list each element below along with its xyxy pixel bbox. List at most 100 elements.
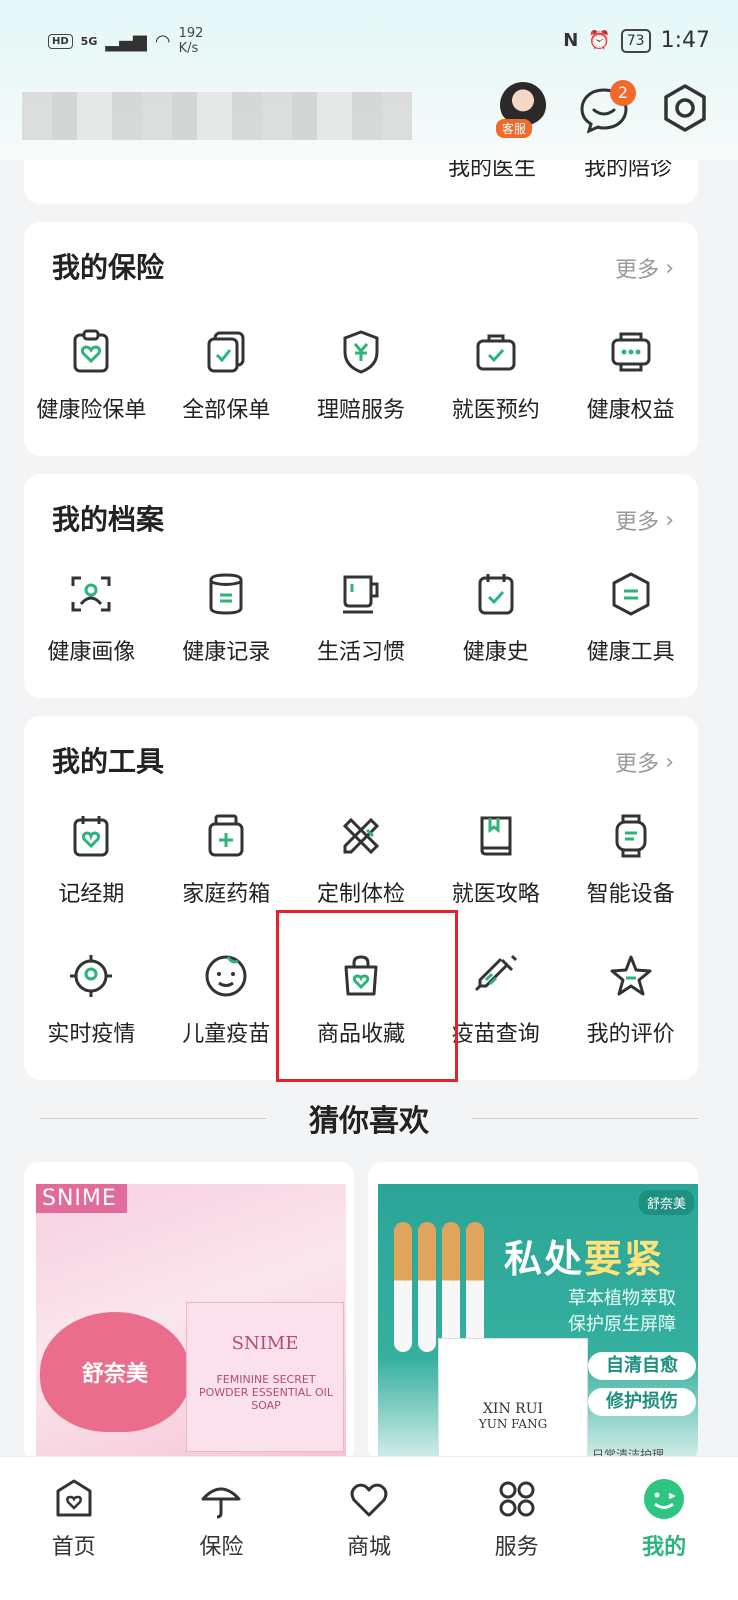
divider-right bbox=[472, 1118, 698, 1119]
my-reviews-item[interactable]: 我的评价 bbox=[563, 952, 698, 1048]
item-label: 健康画像 bbox=[47, 640, 136, 665]
umbrella-icon bbox=[201, 1487, 241, 1519]
product-brand-tag: SNIME bbox=[36, 1184, 127, 1213]
item-label: 家庭药箱 bbox=[182, 882, 271, 907]
box-brand: SNIME bbox=[231, 1333, 299, 1354]
mug-icon bbox=[342, 575, 379, 614]
smartwatch-icon bbox=[615, 814, 647, 858]
item-label: 健康记录 bbox=[182, 640, 271, 665]
nav-label: 我的 bbox=[642, 1535, 687, 1560]
status-left: HD 5G ▂▄▆ ◠ 192 K/s bbox=[48, 26, 203, 56]
insurance-card: 我的保险 更多 › 健康险保单 全部保单 理赔服务 就医预约 健康权益 bbox=[24, 222, 698, 456]
gear-icon bbox=[664, 84, 706, 132]
insurance-title: 我的保险 bbox=[52, 251, 165, 284]
syringe-icon bbox=[474, 954, 517, 992]
message-button[interactable]: 2 bbox=[578, 80, 636, 134]
product-card-2[interactable]: 舒奈美 私处要紧 草本植物萃取 保护原生屏障 自清自愈 修护损伤 XIN RUI… bbox=[368, 1162, 698, 1462]
period-tracker-item[interactable]: 记经期 bbox=[24, 812, 159, 908]
calendar-check-icon bbox=[478, 574, 514, 615]
family-medicine-box-item[interactable]: 家庭药箱 bbox=[159, 812, 294, 908]
lifestyle-habit-item[interactable]: 生活习惯 bbox=[294, 570, 429, 666]
health-portrait-item[interactable]: 健康画像 bbox=[24, 570, 159, 666]
custom-checkup-item[interactable]: 定制体检 bbox=[294, 812, 429, 908]
virus-icon bbox=[70, 955, 113, 997]
header-actions: 客服 2 bbox=[496, 80, 710, 138]
subtitle-line-1: 草本植物萃取 bbox=[568, 1288, 676, 1309]
medicine-box-icon bbox=[208, 814, 244, 857]
nav-label: 首页 bbox=[51, 1535, 96, 1560]
nav-insurance[interactable]: 保险 bbox=[148, 1457, 296, 1600]
home-heart-icon bbox=[56, 1479, 92, 1517]
book-icon bbox=[480, 816, 512, 856]
recommend-title: 猜你喜欢 bbox=[309, 1104, 429, 1139]
realtime-epidemic-item[interactable]: 实时疫情 bbox=[24, 952, 159, 1048]
bag-check-icon bbox=[476, 334, 516, 371]
product-image-2: 舒奈美 私处要紧 草本植物萃取 保护原生屏障 自清自愈 修护损伤 XIN RUI… bbox=[378, 1184, 698, 1462]
product-image-1: SNIME 舒奈美 SNIME FEMININE SECRET POWDER E… bbox=[36, 1184, 346, 1462]
headline-part-b: 要紧 bbox=[584, 1237, 665, 1281]
insurance-more-link[interactable]: 更多 › bbox=[615, 252, 674, 284]
net-speed: 192 K/s bbox=[179, 26, 204, 56]
heart-soap: 舒奈美 bbox=[40, 1312, 190, 1432]
chevron-right-icon: › bbox=[665, 749, 674, 775]
scan-person-icon bbox=[71, 576, 111, 612]
bottom-nav: 首页 保险 商城 服务 我的 bbox=[0, 1456, 738, 1600]
health-history-item[interactable]: 健康史 bbox=[428, 570, 563, 666]
item-label: 健康工具 bbox=[586, 640, 675, 665]
medical-appointment-item[interactable]: 就医预约 bbox=[428, 328, 563, 424]
item-label: 实时疫情 bbox=[47, 1022, 136, 1047]
more-label: 更多 bbox=[615, 510, 660, 535]
box-line-2: YUN FANG bbox=[478, 1417, 548, 1431]
tools-more-link[interactable]: 更多 › bbox=[615, 746, 674, 778]
nfc-icon: N bbox=[563, 30, 579, 51]
four-circles-icon bbox=[499, 1481, 535, 1517]
health-rights-item[interactable]: 健康权益 bbox=[563, 328, 698, 424]
records-more-link[interactable]: 更多 › bbox=[615, 504, 674, 536]
nav-home[interactable]: 首页 bbox=[0, 1457, 148, 1600]
product-subtitle: 草本植物萃取 保护原生屏障 bbox=[568, 1286, 676, 1338]
star-icon bbox=[610, 955, 652, 996]
insurance-grid: 健康险保单 全部保单 理赔服务 就医预约 健康权益 bbox=[24, 328, 698, 424]
nav-service[interactable]: 服务 bbox=[443, 1457, 591, 1600]
item-label: 生活习惯 bbox=[316, 640, 405, 665]
item-label: 疫苗查询 bbox=[451, 1022, 540, 1047]
health-insurance-policy-item[interactable]: 健康险保单 bbox=[24, 328, 159, 424]
highlight-box bbox=[276, 910, 458, 1082]
nav-label: 服务 bbox=[494, 1535, 539, 1560]
product-card-1[interactable]: SNIME 舒奈美 SNIME FEMININE SECRET POWDER E… bbox=[24, 1162, 354, 1462]
more-label: 更多 bbox=[615, 258, 660, 283]
speed-unit: K/s bbox=[178, 41, 199, 56]
item-label: 全部保单 bbox=[182, 398, 271, 423]
records-grid: 健康画像 健康记录 生活习惯 健康史 健康工具 bbox=[24, 570, 698, 666]
clipboard-heart-icon bbox=[73, 329, 109, 373]
shield-yen-icon bbox=[343, 330, 379, 374]
recommend-section-header: 猜你喜欢 bbox=[0, 1096, 738, 1140]
health-tools-item[interactable]: 健康工具 bbox=[563, 570, 698, 666]
health-record-item[interactable]: 健康记录 bbox=[159, 570, 294, 666]
smart-device-item[interactable]: 智能设备 bbox=[563, 812, 698, 908]
smiley-face-icon bbox=[644, 1479, 685, 1519]
customer-service-button[interactable]: 客服 bbox=[496, 82, 548, 138]
product-brand-badge: 舒奈美 bbox=[638, 1190, 694, 1215]
clock-time: 1:47 bbox=[660, 28, 710, 53]
hd-indicator: HD bbox=[48, 33, 73, 49]
all-policies-item[interactable]: 全部保单 bbox=[159, 328, 294, 424]
medical-guide-item[interactable]: 就医攻略 bbox=[428, 812, 563, 908]
nav-mall[interactable]: 商城 bbox=[295, 1457, 443, 1600]
cylinder-record-icon bbox=[209, 573, 243, 615]
item-label: 就医攻略 bbox=[451, 882, 540, 907]
item-label: 就医预约 bbox=[451, 398, 540, 423]
nav-mine[interactable]: 我的 bbox=[590, 1457, 738, 1600]
claims-service-item[interactable]: 理赔服务 bbox=[294, 328, 429, 424]
records-title: 我的档案 bbox=[52, 503, 165, 536]
item-label: 定制体检 bbox=[316, 882, 405, 907]
message-badge: 2 bbox=[610, 80, 636, 106]
item-label: 理赔服务 bbox=[316, 398, 405, 423]
child-vaccine-item[interactable]: 儿童疫苗 bbox=[159, 952, 294, 1048]
settings-button[interactable] bbox=[660, 83, 710, 137]
calendar-heart-icon bbox=[73, 816, 109, 857]
records-card: 我的档案 更多 › 健康画像 健康记录 生活习惯 健康史 健康工具 bbox=[24, 474, 698, 698]
chevron-right-icon: › bbox=[665, 507, 674, 533]
signal-icon: ▂▄▆ bbox=[105, 30, 147, 52]
product-box-1: SNIME FEMININE SECRET POWDER ESSENTIAL O… bbox=[186, 1302, 344, 1452]
